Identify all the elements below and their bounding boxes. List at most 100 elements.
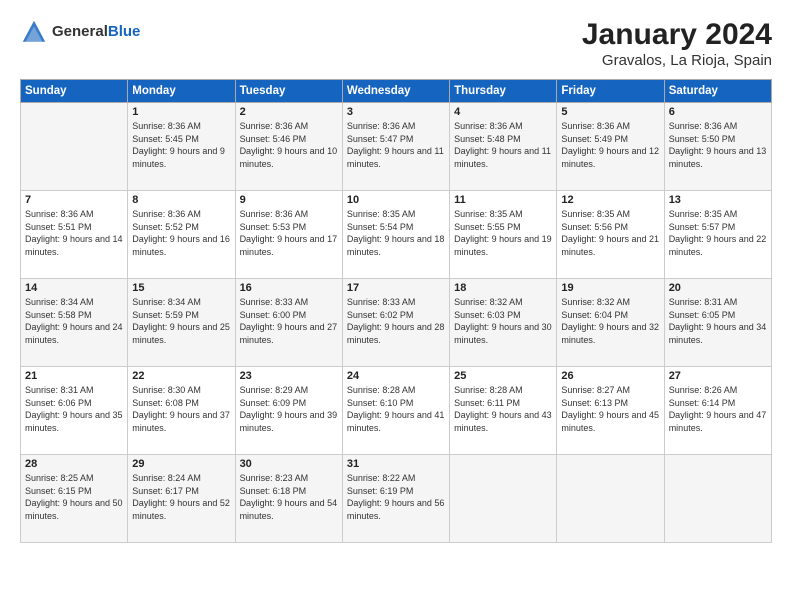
week-row-2: 7 Sunrise: 8:36 AMSunset: 5:51 PMDaylight… [21,191,772,279]
day-number: 21 [25,370,123,382]
day-info: Sunrise: 8:36 AMSunset: 5:50 PMDaylight:… [669,120,767,170]
day-number: 9 [240,194,338,206]
day-number: 27 [669,370,767,382]
logo: GeneralBlue [20,18,140,46]
day-info: Sunrise: 8:22 AMSunset: 6:19 PMDaylight:… [347,472,445,522]
day-info: Sunrise: 8:34 AMSunset: 5:59 PMDaylight:… [132,296,230,346]
day-info: Sunrise: 8:36 AMSunset: 5:51 PMDaylight:… [25,208,123,258]
header-cell-thursday: Thursday [450,80,557,103]
day-cell: 9 Sunrise: 8:36 AMSunset: 5:53 PMDaylight… [235,191,342,279]
day-info: Sunrise: 8:36 AMSunset: 5:53 PMDaylight:… [240,208,338,258]
day-number: 19 [561,282,659,294]
day-cell: 28 Sunrise: 8:25 AMSunset: 6:15 PMDayligh… [21,455,128,543]
week-row-1: 1Sunrise: 8:36 AMSunset: 5:45 PMDaylight… [21,103,772,191]
day-info: Sunrise: 8:33 AMSunset: 6:02 PMDaylight:… [347,296,445,346]
header-cell-wednesday: Wednesday [342,80,449,103]
week-row-5: 28 Sunrise: 8:25 AMSunset: 6:15 PMDayligh… [21,455,772,543]
day-number: 20 [669,282,767,294]
header-cell-sunday: Sunday [21,80,128,103]
day-cell [21,103,128,191]
day-info: Sunrise: 8:30 AMSunset: 6:08 PMDaylight:… [132,384,230,434]
day-cell: 14Sunrise: 8:34 AMSunset: 5:58 PMDayligh… [21,279,128,367]
day-info: Sunrise: 8:35 AMSunset: 5:56 PMDaylight:… [561,208,659,258]
week-row-3: 14Sunrise: 8:34 AMSunset: 5:58 PMDayligh… [21,279,772,367]
day-number: 7 [25,194,123,206]
day-number: 12 [561,194,659,206]
day-number: 29 [132,458,230,470]
day-info: Sunrise: 8:28 AMSunset: 6:11 PMDaylight:… [454,384,552,434]
day-info: Sunrise: 8:25 AMSunset: 6:15 PMDaylight:… [25,472,123,522]
day-info: Sunrise: 8:36 AMSunset: 5:49 PMDaylight:… [561,120,659,170]
week-row-4: 21 Sunrise: 8:31 AMSunset: 6:06 PMDayligh… [21,367,772,455]
day-number: 22 [132,370,230,382]
title-block: January 2024 Gravalos, La Rioja, Spain [582,18,772,69]
day-info: Sunrise: 8:35 AMSunset: 5:55 PMDaylight:… [454,208,552,258]
logo-text-general: General [52,23,108,40]
day-cell: 12 Sunrise: 8:35 AMSunset: 5:56 PMDayligh… [557,191,664,279]
header-cell-friday: Friday [557,80,664,103]
day-number: 25 [454,370,552,382]
day-cell: 20 Sunrise: 8:31 AMSunset: 6:05 PMDayligh… [664,279,771,367]
day-number: 1 [132,106,230,118]
day-number: 3 [347,106,445,118]
day-number: 28 [25,458,123,470]
day-number: 26 [561,370,659,382]
day-cell: 22 Sunrise: 8:30 AMSunset: 6:08 PMDayligh… [128,367,235,455]
day-number: 4 [454,106,552,118]
day-info: Sunrise: 8:23 AMSunset: 6:18 PMDaylight:… [240,472,338,522]
day-info: Sunrise: 8:26 AMSunset: 6:14 PMDaylight:… [669,384,767,434]
day-cell: 7 Sunrise: 8:36 AMSunset: 5:51 PMDaylight… [21,191,128,279]
day-number: 23 [240,370,338,382]
header-cell-tuesday: Tuesday [235,80,342,103]
day-info: Sunrise: 8:35 AMSunset: 5:57 PMDaylight:… [669,208,767,258]
logo-general: GeneralBlue [52,23,140,41]
day-cell: 18Sunrise: 8:32 AMSunset: 6:03 PMDayligh… [450,279,557,367]
day-cell: 10 Sunrise: 8:35 AMSunset: 5:54 PMDayligh… [342,191,449,279]
day-cell: 25 Sunrise: 8:28 AMSunset: 6:11 PMDayligh… [450,367,557,455]
day-cell: 13 Sunrise: 8:35 AMSunset: 5:57 PMDayligh… [664,191,771,279]
calendar-title: January 2024 [582,18,772,52]
day-number: 8 [132,194,230,206]
day-cell: 27 Sunrise: 8:26 AMSunset: 6:14 PMDayligh… [664,367,771,455]
calendar-table: SundayMondayTuesdayWednesdayThursdayFrid… [20,79,772,543]
day-number: 5 [561,106,659,118]
day-info: Sunrise: 8:31 AMSunset: 6:06 PMDaylight:… [25,384,123,434]
day-info: Sunrise: 8:36 AMSunset: 5:52 PMDaylight:… [132,208,230,258]
day-number: 2 [240,106,338,118]
day-cell: 1Sunrise: 8:36 AMSunset: 5:45 PMDaylight… [128,103,235,191]
day-cell: 24 Sunrise: 8:28 AMSunset: 6:10 PMDayligh… [342,367,449,455]
day-number: 6 [669,106,767,118]
day-cell: 15Sunrise: 8:34 AMSunset: 5:59 PMDayligh… [128,279,235,367]
day-info: Sunrise: 8:24 AMSunset: 6:17 PMDaylight:… [132,472,230,522]
day-cell: 3 Sunrise: 8:36 AMSunset: 5:47 PMDaylight… [342,103,449,191]
day-cell: 21 Sunrise: 8:31 AMSunset: 6:06 PMDayligh… [21,367,128,455]
day-info: Sunrise: 8:36 AMSunset: 5:48 PMDaylight:… [454,120,552,170]
logo-icon [20,18,48,46]
day-info: Sunrise: 8:32 AMSunset: 6:04 PMDaylight:… [561,296,659,346]
day-info: Sunrise: 8:35 AMSunset: 5:54 PMDaylight:… [347,208,445,258]
day-cell: 23 Sunrise: 8:29 AMSunset: 6:09 PMDayligh… [235,367,342,455]
day-number: 17 [347,282,445,294]
day-cell: 17 Sunrise: 8:33 AMSunset: 6:02 PMDayligh… [342,279,449,367]
day-number: 13 [669,194,767,206]
day-cell: 31 Sunrise: 8:22 AMSunset: 6:19 PMDayligh… [342,455,449,543]
day-cell: 6 Sunrise: 8:36 AMSunset: 5:50 PMDaylight… [664,103,771,191]
logo-text-blue: Blue [108,23,141,40]
day-info: Sunrise: 8:28 AMSunset: 6:10 PMDaylight:… [347,384,445,434]
day-number: 10 [347,194,445,206]
day-info: Sunrise: 8:31 AMSunset: 6:05 PMDaylight:… [669,296,767,346]
day-cell: 19 Sunrise: 8:32 AMSunset: 6:04 PMDayligh… [557,279,664,367]
calendar-subtitle: Gravalos, La Rioja, Spain [582,52,772,69]
header-cell-saturday: Saturday [664,80,771,103]
day-cell: 4 Sunrise: 8:36 AMSunset: 5:48 PMDaylight… [450,103,557,191]
day-cell: 11Sunrise: 8:35 AMSunset: 5:55 PMDayligh… [450,191,557,279]
day-number: 24 [347,370,445,382]
day-number: 18 [454,282,552,294]
day-number: 16 [240,282,338,294]
day-number: 30 [240,458,338,470]
day-info: Sunrise: 8:27 AMSunset: 6:13 PMDaylight:… [561,384,659,434]
day-info: Sunrise: 8:36 AMSunset: 5:47 PMDaylight:… [347,120,445,170]
day-number: 31 [347,458,445,470]
header-row: SundayMondayTuesdayWednesdayThursdayFrid… [21,80,772,103]
day-info: Sunrise: 8:29 AMSunset: 6:09 PMDaylight:… [240,384,338,434]
